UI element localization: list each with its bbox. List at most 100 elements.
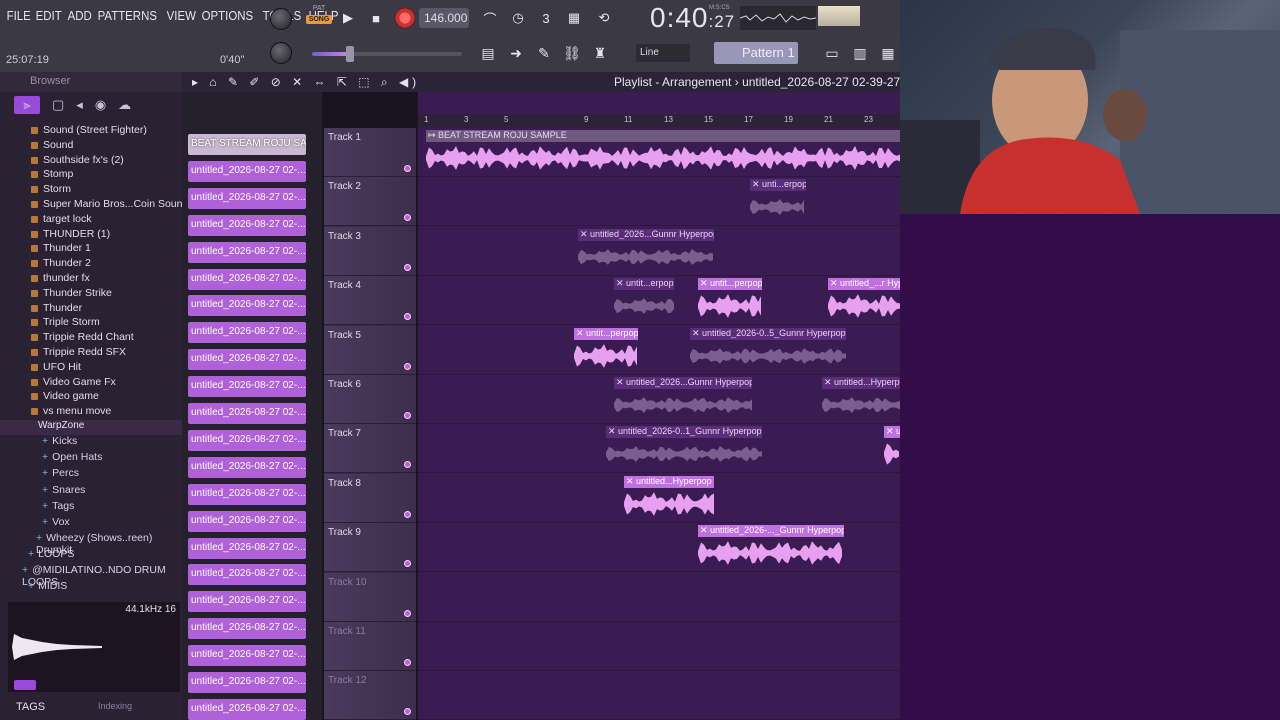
track-lane[interactable] [418,573,900,622]
list-item[interactable]: Thunder 2 [0,257,182,272]
tags-label[interactable]: TAGS [16,701,45,713]
playlist-clip[interactable]: ✕ untitled...Hyperpop [624,475,714,520]
track-lane[interactable] [418,622,900,671]
list-item[interactable]: thunder fx [0,272,182,287]
pattern-item[interactable]: untitled_2026-08-27 02-... [188,672,306,693]
playlist-clip[interactable]: ✕ untit...perpop [698,278,762,322]
subfolder-item[interactable]: + Open Hats [0,451,182,467]
track-mute-dot[interactable] [404,461,411,469]
pattern-item[interactable]: untitled_2026-08-27 02-... [188,645,306,667]
pattern-item[interactable]: untitled_2026-08-27 02-... [188,591,306,613]
top-folder-drum-loops[interactable]: + @MIDILATINO..NDO DRUM LOOPS [0,564,182,588]
list-item[interactable]: Storm [0,183,182,198]
stamp-icon[interactable]: ♜ [588,42,612,64]
metronome-button[interactable]: ⌒ [478,6,502,30]
channel-rack-icon[interactable]: ▥ [848,42,872,64]
list-item[interactable]: target lock [0,213,182,228]
track-mute-dot[interactable] [404,510,411,518]
play-button[interactable]: ▶ [336,6,360,30]
playlist-clip[interactable]: ✕ untit...erpop [614,278,674,322]
tempo-display[interactable]: 146.000 [419,8,469,28]
pattern-item[interactable]: untitled_2026-08-27 02-... [188,241,306,263]
pattern-item[interactable]: untitled_2026-08-27 02-... [188,698,306,720]
snap-select[interactable]: Line [636,44,690,62]
list-item[interactable]: UFO Hit [0,361,182,376]
list-item[interactable]: Sound (Street Fighter) [0,124,182,139]
subfolder-item[interactable]: + Tags [0,500,182,516]
menu-add[interactable]: ADD [65,8,94,23]
pattern-item[interactable]: untitled_2026-08-27 02-... [188,618,306,640]
track-mute-dot[interactable] [404,560,411,568]
track-mute-dot[interactable] [404,708,411,716]
list-item[interactable]: vs menu move [0,405,182,420]
list-item[interactable]: Trippie Redd SFX [0,346,182,361]
arrow-icon[interactable]: ➜ [504,42,528,64]
timeline-ruler[interactable]: 1 3 5 9 11 13 15 17 19 21 23 [418,114,900,128]
list-item[interactable]: Video game [0,390,182,405]
pattern-item[interactable]: untitled_2026-08-27 02-... [188,295,306,317]
menu-patterns[interactable]: PATTERNS [95,8,160,23]
browser-tab-cloud-icon[interactable]: ☁ [118,97,131,113]
master-volume-knob[interactable] [270,8,292,30]
track-mute-dot[interactable] [404,263,411,271]
playlist-clip[interactable]: ✕ untitled_2026-0..1_Gunnr Hyperpop [606,426,762,470]
pattern-item[interactable]: untitled_2026-08-27 02-... [188,510,306,532]
list-item[interactable]: Super Mario Bros...Coin Sound Effect [0,198,182,213]
folder-warpzone[interactable]: WarpZone [0,419,182,435]
track-header[interactable]: Track 3 [324,226,416,276]
track-header[interactable]: Track 7 [324,424,416,474]
track-header[interactable]: Track 12 [324,671,416,720]
browser-tab-all[interactable]: ⫸ [14,96,40,114]
track-header[interactable]: Track 2 [324,177,416,227]
playlist-clip[interactable]: ✕ untit...perpop [574,327,638,372]
list-item[interactable]: Southside fx's (2) [0,154,182,169]
track-lane[interactable] [418,671,900,720]
pattern-item[interactable]: untitled_2026-08-27 02-... [188,160,306,182]
subfolder-item[interactable]: + Percs [0,467,182,483]
list-item[interactable]: Thunder [0,302,182,317]
pattern-item[interactable]: untitled_2026-08-27 02-... [188,349,306,371]
master-slider[interactable] [312,46,462,62]
master-pitch-knob[interactable] [270,42,292,64]
playlist-clip[interactable]: ↦ BEAT STREAM ROJU SAMPLE [426,130,900,174]
list-item[interactable]: THUNDER (1) [0,228,182,243]
list-item[interactable]: Video Game Fx [0,376,182,391]
track-mute-dot[interactable] [404,165,411,172]
track-mute-dot[interactable] [404,362,411,370]
playlist-tools[interactable]: ▸ ⌂ ✎ ✐ ⊘ ✕ ⇔ ⇱ ⬚ ⌕ ◀) [192,75,420,90]
playlist-clip[interactable]: ✕ unti...erpop [750,179,806,223]
pattern-item[interactable]: untitled_2026-08-27 02-... [188,214,306,236]
playlist-clip[interactable]: ✕ untitled_2026-0..5_Gunnr Hyperpop [690,327,846,372]
pattern-item[interactable]: untitled_2026-08-27 02-... [188,403,306,424]
track-mute-dot[interactable] [404,659,411,666]
browser-tab-world-icon[interactable]: ◉ [95,97,106,113]
step-edit-button[interactable]: ▦ [562,6,586,30]
playlist-clip[interactable]: ✕ untitled...Hyperpop [822,377,900,421]
preview-play-button[interactable] [14,680,36,690]
track-mute-dot[interactable] [404,313,411,321]
top-folder-midis[interactable]: + MIDIS [0,580,182,596]
loop-record-button[interactable]: ⟲ [592,6,616,30]
menu-file[interactable]: FILE [4,8,33,23]
pattern-item[interactable]: untitled_2026-08-27 02-... [188,537,306,559]
playlist-clip[interactable]: ✕ untitled_...r Hyperpop [828,278,900,322]
track-header[interactable]: Track 8 [324,473,416,523]
piano-roll-icon[interactable]: ▤ [476,42,500,64]
stop-button[interactable]: ■ [364,6,388,30]
browser-tab-files-icon[interactable]: ▢ [52,97,64,113]
menu-edit[interactable]: EDIT [33,8,64,23]
list-item[interactable]: Stomp [0,168,182,183]
subfolder-item[interactable]: + Kicks [0,435,182,451]
pattern-item[interactable]: untitled_2026-08-27 02-... [188,456,306,478]
pattern-item[interactable]: untitled_2026-08-27 02-... [188,564,306,586]
track-header[interactable]: Track 5 [324,325,416,375]
slider-thumb[interactable] [346,46,354,62]
record-button[interactable] [394,7,416,29]
track-lane[interactable] [418,177,900,227]
pattern-item[interactable]: untitled_2026-08-27 02-... [188,268,306,290]
track-header[interactable]: Track 10 [324,572,416,622]
list-item[interactable]: Sound [0,139,182,154]
track-mute-dot[interactable] [404,214,411,222]
pat-song-toggle[interactable]: PAT SONG [306,4,332,32]
pattern-selector[interactable]: Pattern 1 [714,42,798,64]
